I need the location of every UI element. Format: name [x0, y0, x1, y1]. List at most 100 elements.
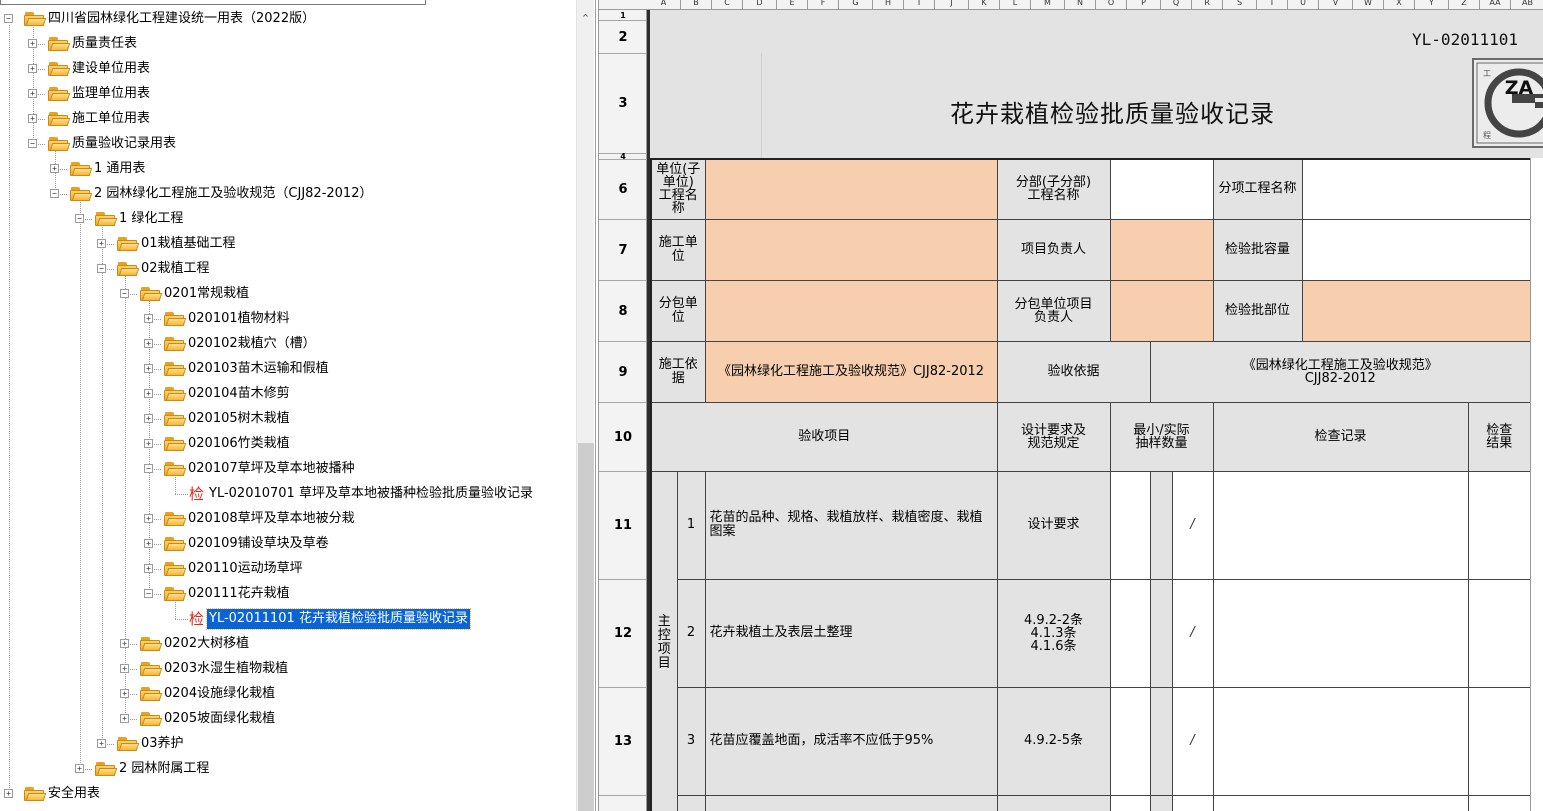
construction-basis-value[interactable]: 《园林绿化工程施工及验收规范》CJJ82-2012: [704, 340, 998, 403]
column-header-cell[interactable]: V: [1319, 0, 1353, 9]
expand-icon[interactable]: +: [144, 539, 153, 548]
column-header-cell[interactable]: D: [743, 0, 777, 9]
tree-item-document[interactable]: 检 YL-02010701 草坪及草本地被播种检验批质量验收记录: [0, 484, 574, 504]
column-header-cell[interactable]: K: [969, 0, 1000, 9]
column-header-cell[interactable]: N: [1065, 0, 1096, 9]
expand-icon[interactable]: +: [97, 739, 106, 748]
expand-icon[interactable]: +: [144, 339, 153, 348]
column-header-cell[interactable]: C: [712, 0, 743, 9]
column-header-cell[interactable]: O: [1096, 0, 1127, 9]
expand-icon[interactable]: +: [144, 389, 153, 398]
scroll-thumb[interactable]: [578, 443, 594, 811]
column-header-cell[interactable]: H: [873, 0, 904, 9]
expand-icon[interactable]: +: [97, 239, 106, 248]
expand-icon[interactable]: +: [28, 39, 37, 48]
tree-item-folder[interactable]: − 020107草坪及草本地被播种: [0, 459, 574, 479]
collapse-icon[interactable]: −: [120, 289, 129, 298]
tree-item-folder[interactable]: +0203水湿生植物栽植: [0, 659, 574, 679]
expand-icon[interactable]: +: [28, 89, 37, 98]
expand-icon[interactable]: +: [120, 664, 129, 673]
column-header-cell[interactable]: AA: [1480, 0, 1511, 9]
row-header-cell[interactable]: 1: [599, 10, 647, 21]
tree-item-folder[interactable]: +020103苗木运输和假植: [0, 359, 574, 379]
inspection-result-cell[interactable]: [1467, 470, 1532, 580]
sample-min-cell[interactable]: [1109, 470, 1151, 580]
column-header-cell[interactable]: E: [777, 0, 808, 9]
row-header-cell[interactable]: 6: [599, 160, 647, 220]
tree-item-folder[interactable]: +020102栽植穴（槽）: [0, 334, 574, 354]
column-header-cell[interactable]: L: [1000, 0, 1031, 9]
expand-icon[interactable]: +: [144, 514, 153, 523]
row-header-cell[interactable]: 2: [599, 21, 647, 54]
collapse-icon[interactable]: −: [28, 139, 37, 148]
expand-icon[interactable]: +: [144, 439, 153, 448]
column-header-cell[interactable]: Q: [1161, 0, 1192, 9]
tree-item-folder[interactable]: + 施工单位用表: [0, 109, 574, 129]
column-header-cell[interactable]: M: [1031, 0, 1065, 9]
tree-item-folder[interactable]: − 四川省园林绿化工程建设统一用表（2022版）: [0, 9, 574, 29]
tree-item-folder[interactable]: + 安全用表: [0, 784, 574, 804]
inspection-record-cell[interactable]: [1212, 686, 1469, 796]
tree-item-folder[interactable]: + 建设单位用表: [0, 59, 574, 79]
tree-item-folder[interactable]: − 0201常规栽植: [0, 284, 574, 304]
division-name-input[interactable]: [1109, 158, 1214, 220]
tree-item-folder[interactable]: − 2 园林绿化工程施工及验收规范（CJJ82-2012）: [0, 184, 574, 204]
row-header-cell[interactable]: 12: [599, 580, 647, 688]
expand-icon[interactable]: +: [120, 714, 129, 723]
expand-icon[interactable]: +: [50, 164, 59, 173]
tree-item-folder[interactable]: − 1 绿化工程: [0, 209, 574, 229]
expand-icon[interactable]: +: [144, 564, 153, 573]
expand-icon[interactable]: +: [144, 364, 153, 373]
sample-min-cell[interactable]: [1109, 794, 1151, 811]
tree-item-folder[interactable]: +020109铺设草块及草卷: [0, 534, 574, 554]
row-header-cell[interactable]: 11: [599, 472, 647, 580]
tree-item-folder[interactable]: +01栽植基础工程: [0, 234, 574, 254]
tree-item-folder[interactable]: +020104苗木修剪: [0, 384, 574, 404]
row-header-cell[interactable]: 9: [599, 342, 647, 403]
expand-icon[interactable]: +: [120, 689, 129, 698]
tree-item-folder[interactable]: − 02栽植工程: [0, 259, 574, 279]
tree-item-folder[interactable]: + 监理单位用表: [0, 84, 574, 104]
column-header-cell[interactable]: G: [839, 0, 873, 9]
row-header-cell[interactable]: 10: [599, 403, 647, 472]
inspection-result-cell[interactable]: [1467, 686, 1532, 796]
column-header-cell[interactable]: S: [1223, 0, 1257, 9]
sample-min-cell[interactable]: [1109, 686, 1151, 796]
collapse-icon[interactable]: −: [97, 264, 106, 273]
batch-location-input[interactable]: [1301, 279, 1532, 342]
tree-item-folder[interactable]: +020101植物材料: [0, 309, 574, 329]
expand-icon[interactable]: +: [120, 639, 129, 648]
sample-actual-cell[interactable]: [1171, 794, 1214, 811]
tree-item-folder[interactable]: +03养护: [0, 734, 574, 754]
scroll-up-arrow-icon[interactable]: ⌃: [577, 10, 594, 27]
row-header-cell[interactable]: 7: [599, 220, 647, 281]
column-header-cell[interactable]: X: [1384, 0, 1415, 9]
column-header-cell[interactable]: I: [904, 0, 935, 9]
tree-item-folder[interactable]: +2 园林附属工程: [0, 759, 574, 779]
subcontract-lead-input[interactable]: [1109, 279, 1214, 342]
tree-scrollbar[interactable]: ⌃: [576, 0, 594, 811]
subitem-name-input[interactable]: [1301, 158, 1532, 220]
collapse-icon[interactable]: −: [75, 214, 84, 223]
collapse-icon[interactable]: −: [144, 589, 153, 598]
tree-item-folder[interactable]: +020110运动场草坪: [0, 559, 574, 579]
inspection-record-cell[interactable]: [1212, 470, 1469, 580]
column-header-cell[interactable]: T: [1257, 0, 1288, 9]
tree-item-folder[interactable]: + 质量责任表: [0, 34, 574, 54]
collapse-icon[interactable]: −: [144, 464, 153, 473]
tree-item-folder[interactable]: +1 通用表: [0, 159, 574, 179]
unit-name-input[interactable]: [704, 158, 998, 220]
tree-item-folder[interactable]: − 质量验收记录用表: [0, 134, 574, 154]
expand-icon[interactable]: +: [144, 414, 153, 423]
inspection-record-cell[interactable]: [1212, 578, 1469, 688]
project-lead-input[interactable]: [1109, 218, 1214, 281]
subcontractor-input[interactable]: [704, 279, 998, 342]
column-header-cell[interactable]: Z: [1449, 0, 1480, 9]
collapse-icon[interactable]: −: [4, 14, 13, 23]
tree-item-folder[interactable]: +0204设施绿化栽植: [0, 684, 574, 704]
batch-capacity-input[interactable]: [1301, 218, 1532, 281]
sample-actual-cell[interactable]: /: [1171, 470, 1214, 580]
tree-item-folder[interactable]: +020106竹类栽植: [0, 434, 574, 454]
expand-icon[interactable]: +: [144, 314, 153, 323]
column-header-cell[interactable]: Y: [1415, 0, 1449, 9]
